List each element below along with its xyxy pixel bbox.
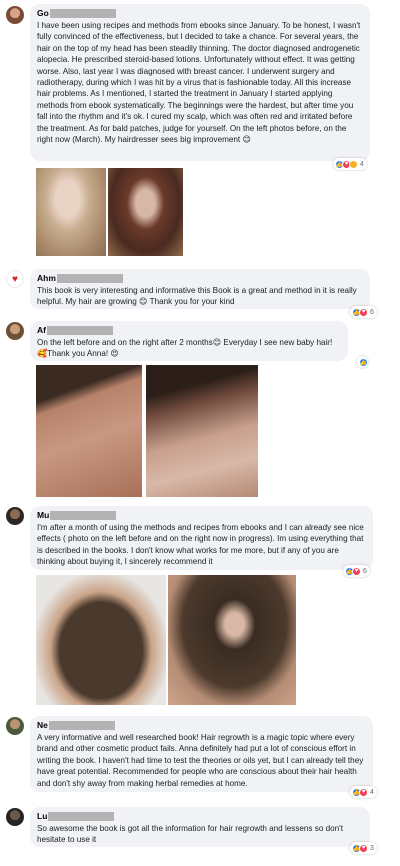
comment-bubble: Mu I'm after a month of using the method… (30, 506, 373, 570)
comment-bubble: Go I have been using recipes and methods… (30, 4, 370, 161)
avatar[interactable] (6, 507, 24, 525)
reaction-count: 4 (360, 160, 364, 168)
comment-text: I'm after a month of using the methods a… (37, 523, 364, 567)
redacted-name (48, 721, 115, 730)
love-reaction-icon: ♥ (352, 566, 361, 576)
avatar[interactable] (6, 6, 24, 24)
like-reaction-icon: 👍 (359, 357, 368, 367)
reactions-badge[interactable]: 👍 ♥ 4 (350, 786, 377, 798)
redacted-name (46, 326, 113, 335)
comment-photo[interactable] (146, 365, 258, 497)
reaction-count: 3 (370, 844, 374, 852)
commenter-name[interactable]: Ahm (37, 273, 56, 284)
reaction-count: 4 (370, 788, 374, 796)
reactions-badge[interactable]: 👍 (357, 356, 368, 368)
reactions-badge[interactable]: 👍 ♥ 3 (350, 842, 377, 854)
wow-reaction-icon (349, 159, 358, 169)
love-reaction-icon: ♥ (359, 307, 368, 317)
reaction-count: 6 (363, 567, 367, 575)
reactions-badge[interactable]: 👍 ♥ 6 (343, 565, 370, 577)
commenter-name[interactable]: Lu (37, 811, 47, 822)
redacted-name (48, 812, 115, 821)
love-reaction-icon: ♥ (359, 843, 368, 853)
avatar[interactable] (6, 322, 24, 340)
reactions-badge[interactable]: 👍 ♥ 6 (350, 306, 377, 318)
comment-text: On the left before and on the right afte… (37, 338, 333, 359)
comment-text: I have been using recipes and methods fr… (37, 21, 361, 145)
comment-bubble: Lu So awesome the book is got all the in… (30, 807, 370, 847)
comment-photo[interactable] (36, 575, 166, 705)
comment-bubble: Ahm This book is very interesting and in… (30, 269, 370, 309)
comment-photo[interactable] (168, 575, 296, 705)
redacted-name (50, 511, 117, 520)
reactions-badge[interactable]: 👍 ♥ 4 (333, 158, 367, 170)
comment-text: So awesome the book is got all the infor… (37, 824, 343, 845)
comment-photo[interactable] (36, 168, 106, 256)
avatar[interactable] (6, 717, 24, 735)
comment-bubble: Ne A very informative and well researche… (30, 716, 373, 792)
reaction-count: 6 (370, 308, 374, 316)
comment-text: This book is very interesting and inform… (37, 286, 357, 307)
comment-photo[interactable] (108, 168, 183, 256)
redacted-name (49, 9, 116, 18)
comment-bubble: Af On the left before and on the right a… (30, 321, 348, 361)
commenter-name[interactable]: Af (37, 325, 46, 336)
avatar[interactable] (6, 808, 24, 826)
comment-text: A very informative and well researched b… (37, 733, 364, 788)
commenter-name[interactable]: Ne (37, 720, 48, 731)
commenter-name[interactable]: Go (37, 8, 49, 19)
redacted-name (56, 274, 123, 283)
love-reaction-icon: ♥ (359, 787, 368, 797)
commenter-name[interactable]: Mu (37, 510, 49, 521)
avatar[interactable]: ♥ (6, 270, 24, 288)
comment-photo[interactable] (36, 365, 142, 497)
